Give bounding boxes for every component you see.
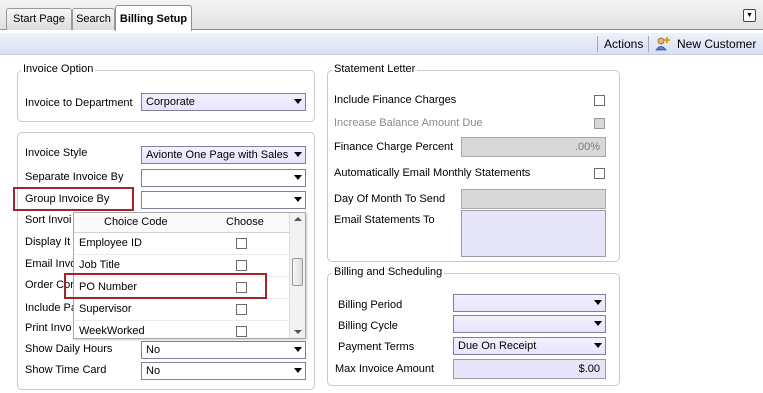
display-items-label: Display It (25, 236, 71, 248)
highlight-group-invoice-by (13, 187, 134, 211)
group-invoice-by-select[interactable] (141, 191, 306, 209)
list-item-label: Supervisor (79, 303, 132, 315)
dropdown-scrollbar[interactable] (289, 213, 305, 338)
day-of-month-to-send-field (461, 189, 606, 209)
scrollbar-thumb[interactable] (292, 258, 303, 286)
list-item-label: Job Title (79, 259, 120, 271)
tab-billing-setup[interactable]: Billing Setup (115, 5, 192, 31)
billing-cycle-select[interactable] (453, 315, 606, 333)
toolbar-separator (597, 36, 598, 52)
chevron-down-icon (294, 175, 302, 180)
actions-menu[interactable]: Actions (604, 37, 643, 51)
new-customer-icon[interactable] (655, 36, 671, 55)
chevron-down-icon (594, 300, 602, 305)
list-item-label: Employee ID (79, 237, 142, 249)
max-invoice-amount-label: Max Invoice Amount (335, 363, 435, 375)
chevron-down-icon (294, 347, 302, 352)
chevron-down-icon (294, 368, 302, 373)
chevron-down-icon (294, 152, 302, 157)
invoice-style-value: Avionte One Page with Sales (146, 149, 289, 161)
chevron-down-icon (294, 99, 302, 104)
choose-column-header[interactable]: Choose (226, 216, 264, 228)
show-daily-hours-select[interactable]: No (141, 341, 306, 359)
billing-period-select[interactable] (453, 294, 606, 312)
print-invoice-label: Print Invo (25, 322, 72, 334)
choose-checkbox[interactable] (236, 260, 247, 271)
toolbar-separator (648, 36, 649, 52)
chevron-down-icon (294, 197, 302, 202)
toolbar: Actions New Customer (0, 33, 763, 55)
chevron-down-icon (594, 321, 602, 326)
dropdown-list-header: Choice Code Choose (74, 213, 289, 233)
list-item[interactable]: Supervisor (74, 299, 289, 321)
max-invoice-amount-field[interactable]: $.00 (453, 359, 606, 379)
billing-cycle-label: Billing Cycle (338, 320, 398, 332)
separate-invoice-by-label: Separate Invoice By (25, 171, 124, 183)
new-customer-button[interactable]: New Customer (677, 37, 756, 51)
invoice-to-department-label: Invoice to Department (25, 97, 133, 109)
increase-balance-amount-due-checkbox (594, 118, 605, 129)
invoice-option-title: Invoice Option (21, 63, 96, 75)
highlight-po-number (64, 273, 267, 299)
tab-start-page[interactable]: Start Page (6, 8, 72, 30)
billing-period-label: Billing Period (338, 299, 403, 311)
tab-list-dropdown-icon[interactable]: ▼ (743, 9, 756, 22)
payment-terms-value: Due On Receipt (458, 340, 537, 352)
separate-invoice-by-select[interactable] (141, 169, 306, 187)
statement-letter-title: Statement Letter (332, 63, 418, 75)
billing-scheduling-title: Billing and Scheduling (332, 266, 445, 278)
auto-email-monthly-statements-label: Automatically Email Monthly Statements (334, 167, 531, 179)
email-invoice-label: Email Invo (25, 258, 77, 270)
invoice-to-department-value: Corporate (146, 96, 195, 108)
tab-search[interactable]: Search (72, 8, 115, 30)
payment-terms-label: Payment Terms (338, 341, 415, 353)
increase-balance-amount-due-label: Increase Balance Amount Due (334, 117, 483, 129)
include-label: Include Pa (25, 302, 77, 314)
invoice-style-select[interactable]: Avionte One Page with Sales (141, 146, 306, 164)
show-daily-hours-label: Show Daily Hours (25, 343, 113, 355)
finance-charge-percent-label: Finance Charge Percent (334, 141, 454, 153)
invoice-style-label: Invoice Style (25, 147, 88, 159)
list-item-label: WeekWorked (79, 325, 145, 337)
list-item[interactable]: WeekWorked (74, 321, 289, 338)
tab-strip: Start Page Search Billing Setup ▼ (0, 0, 763, 31)
show-time-card-value: No (146, 365, 161, 377)
show-time-card-label: Show Time Card (25, 364, 107, 376)
finance-charge-percent-field: .00% (461, 137, 606, 157)
include-finance-charges-checkbox[interactable] (594, 95, 605, 106)
email-statements-to-field[interactable] (461, 210, 606, 257)
show-time-card-select[interactable]: No (141, 362, 306, 380)
payment-terms-select[interactable]: Due On Receipt (453, 337, 606, 355)
chevron-down-icon (594, 343, 602, 348)
sort-invoice-label: Sort Invoi (25, 214, 72, 226)
scroll-down-icon[interactable] (294, 330, 302, 334)
scroll-up-icon[interactable] (294, 217, 302, 221)
day-of-month-to-send-label: Day Of Month To Send (334, 193, 446, 205)
show-daily-hours-value: No (146, 344, 161, 356)
choose-checkbox[interactable] (236, 304, 247, 315)
email-statements-to-label: Email Statements To (334, 214, 435, 226)
choose-checkbox[interactable] (236, 238, 247, 249)
choose-checkbox[interactable] (236, 326, 247, 337)
list-item[interactable]: Employee ID (74, 233, 289, 255)
auto-email-monthly-statements-checkbox[interactable] (594, 168, 605, 179)
choice-code-column-header[interactable]: Choice Code (104, 216, 168, 228)
include-finance-charges-label: Include Finance Charges (334, 94, 457, 106)
invoice-to-department-select[interactable]: Corporate (141, 93, 306, 111)
